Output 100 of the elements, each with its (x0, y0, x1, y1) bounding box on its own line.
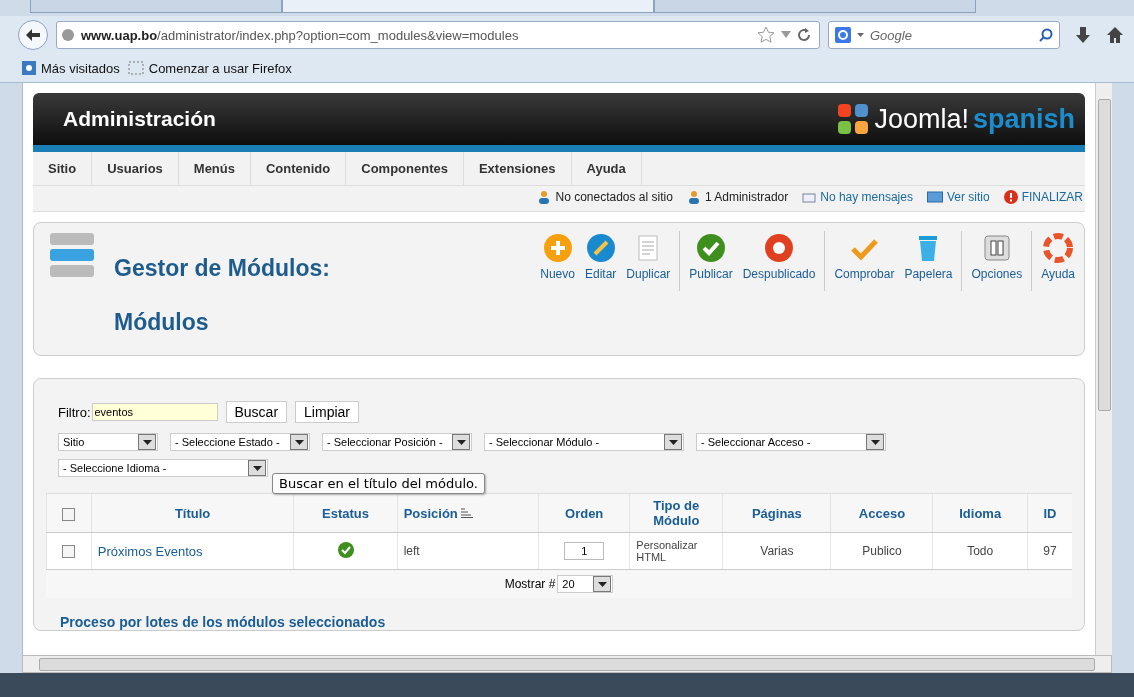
caret-icon (597, 581, 607, 587)
horizontal-scrollbar[interactable] (22, 655, 1112, 673)
select-dropdown[interactable]: - Seleccione Estado - (170, 433, 310, 451)
column-header[interactable]: Tipo de Módulo (629, 493, 723, 533)
caret-icon (294, 439, 304, 445)
caret-icon (142, 439, 152, 445)
column-header[interactable]: Páginas (722, 493, 831, 533)
caret-icon (252, 465, 262, 471)
checkbox[interactable] (62, 507, 76, 521)
globe-icon (61, 28, 75, 42)
toolbar-button[interactable]: Ayuda (1038, 231, 1078, 291)
user-icon (686, 190, 701, 204)
monitor-icon (926, 191, 943, 203)
bookmark-icon (22, 61, 36, 75)
download-icon[interactable] (1074, 26, 1092, 44)
menu-item[interactable]: Componentes (346, 152, 464, 185)
clear-button[interactable]: Limpiar (295, 401, 359, 423)
users-icon (537, 190, 552, 204)
search-icon[interactable] (1039, 28, 1053, 42)
select-dropdown[interactable]: - Seleccionar Módulo - (484, 433, 684, 451)
status-link[interactable]: Ver sitio (926, 190, 990, 204)
status-link[interactable]: No conectados al sitio (537, 190, 673, 204)
page-title: Gestor de Módulos: Módulos (114, 254, 331, 337)
select-dropdown[interactable]: Sitio (58, 433, 158, 451)
column-header[interactable]: Idioma (932, 493, 1028, 533)
power-icon (1003, 190, 1018, 204)
header-title: Administración (63, 107, 216, 131)
menu-item[interactable]: Menús (178, 152, 251, 185)
table-cell: Todo (932, 532, 1028, 570)
circle-icon (764, 233, 795, 263)
select-dropdown[interactable]: - Seleccionar Acceso - (696, 433, 886, 451)
toolbar-button[interactable]: Publicar (686, 231, 736, 291)
toolbar-button[interactable]: Papelera (901, 231, 956, 291)
logo-icon (836, 102, 871, 136)
dashed-square-icon (127, 61, 144, 75)
search-button[interactable]: Buscar (225, 401, 288, 423)
browser-tab[interactable] (282, 0, 654, 13)
menu-item[interactable]: Usuarios (92, 152, 179, 185)
reload-icon[interactable] (797, 28, 811, 42)
page-size-select[interactable]: 20 (557, 575, 614, 593)
mail-icon (802, 190, 817, 204)
menu-item[interactable]: Contenido (251, 152, 347, 185)
table-cell: Publico (831, 532, 933, 570)
filter-label: Filtro: (58, 404, 91, 420)
search-engine-icon (835, 27, 851, 43)
caret-icon (668, 439, 678, 445)
order-field[interactable]: 1 (564, 542, 605, 560)
status-link[interactable]: FINALIZAR (1003, 190, 1083, 204)
dropdown-icon[interactable] (781, 31, 791, 39)
checkbox[interactable] (62, 545, 76, 559)
column-header[interactable]: Título (91, 493, 294, 533)
toolbar-button[interactable]: Nuevo (537, 231, 578, 291)
menu-item[interactable]: Ayuda (571, 152, 642, 185)
logo-text: Joomla! (874, 103, 969, 135)
menu-item[interactable]: Sitio (33, 152, 93, 185)
vertical-scrollbar[interactable] (1095, 83, 1112, 655)
section-heading: Proceso por lotes de los módulos seleccionados (60, 614, 387, 630)
toolbar-button[interactable]: Editar (581, 231, 620, 291)
back-button[interactable] (18, 20, 48, 50)
address-bar[interactable]: www.uap.bo/administrator/index.php?option=com_modules&view=modules (56, 21, 820, 49)
tooltip: Buscar en el título del módulo. (272, 473, 485, 494)
column-header[interactable]: Estatus (293, 493, 398, 533)
published-check-icon[interactable] (337, 541, 354, 558)
table-cell: Varias (722, 532, 831, 570)
toolbar-button[interactable]: Duplicar (623, 231, 674, 291)
dropdown-icon[interactable] (857, 33, 864, 37)
table-cell: 97 (1027, 532, 1072, 570)
logo-suffix: spanish (972, 103, 1075, 135)
column-header[interactable]: Posición (397, 493, 539, 533)
select-dropdown[interactable]: - Seleccione Idioma - (58, 459, 268, 477)
home-icon[interactable] (1106, 26, 1124, 44)
toolbar-button[interactable]: Opciones (968, 231, 1026, 291)
switches-icon (981, 233, 1012, 263)
module-title-link[interactable]: Próximos Eventos (97, 543, 203, 559)
column-header[interactable]: ID (1027, 493, 1072, 533)
lifebuoy-icon (1043, 233, 1074, 263)
star-icon[interactable] (757, 26, 775, 44)
caret-icon (870, 439, 880, 445)
table-cell: Personalizar HTML (629, 532, 723, 570)
toolbar-button[interactable]: Despublicado (739, 231, 819, 291)
sort-icon (460, 507, 473, 518)
pencil-icon (585, 233, 616, 263)
pagination-label: Mostrar # (504, 577, 556, 591)
select-dropdown[interactable]: - Seleccionar Posición - (322, 433, 472, 451)
toolbar-button[interactable]: Comprobar (831, 231, 898, 291)
status-link[interactable]: No hay mensajes (802, 190, 913, 204)
bookmark-item[interactable]: Más visitados (22, 60, 120, 76)
bookmark-item[interactable]: Comenzar a usar Firefox (127, 60, 292, 76)
search-field[interactable]: Google (828, 21, 1060, 49)
filter-field[interactable]: eventos (91, 403, 218, 421)
plus-icon (542, 233, 573, 263)
modules-icon (50, 231, 94, 279)
column-header[interactable]: Acceso (831, 493, 933, 533)
menu-item[interactable]: Extensiones (463, 152, 572, 185)
caret-icon (456, 439, 466, 445)
back-arrow-icon (25, 28, 41, 42)
table-cell: left (397, 532, 539, 570)
column-header[interactable]: Orden (538, 493, 630, 533)
check-icon (696, 233, 726, 263)
status-link[interactable]: 1 Administrador (686, 190, 789, 204)
